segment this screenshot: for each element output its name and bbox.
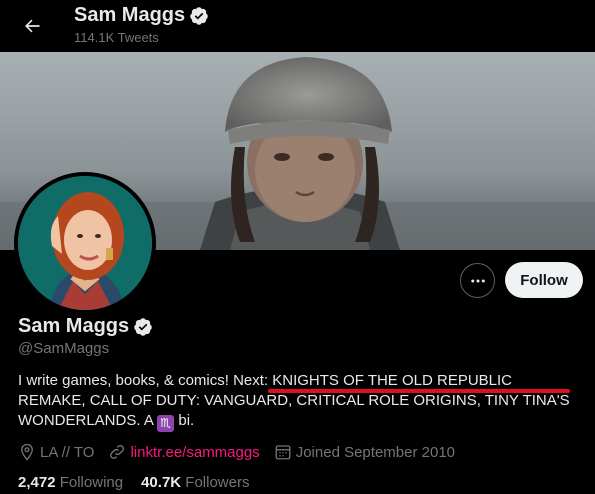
avatar[interactable]	[14, 172, 156, 314]
location-text: LA // TO	[40, 443, 95, 461]
back-button[interactable]	[16, 10, 48, 42]
header-name: Sam Maggs	[74, 4, 186, 26]
follow-stats: 2,472 Following 40.7K Followers	[18, 474, 267, 491]
location-pin-icon	[21, 443, 33, 461]
joined-text: Joined September 2010	[295, 443, 455, 461]
bio-text-2: , CALL OF DUTY: VANGUARD, CRITICAL ROLE …	[18, 392, 570, 429]
verified-badge-icon	[133, 317, 153, 337]
followers-link[interactable]: 40.7K Followers	[141, 474, 249, 491]
bio-text-1: I write games, books, & comics! Next:	[18, 372, 273, 389]
arrow-left-icon	[25, 19, 40, 33]
website-link[interactable]: linktr.ee/sammaggs	[130, 444, 259, 461]
location: LA // TO	[18, 443, 94, 461]
profile-bio: I write games, books, & comics! Next: KN…	[18, 371, 583, 432]
more-horizontal-icon	[470, 279, 485, 282]
top-bar: Sam Maggs 114.1K Tweets	[0, 0, 595, 52]
profile-name-text: Sam Maggs	[18, 315, 130, 337]
website[interactable]: linktr.ee/sammaggs	[108, 443, 260, 461]
more-options-button[interactable]	[460, 263, 495, 298]
follow-button[interactable]: Follow	[505, 262, 583, 298]
following-count: 2,472	[18, 474, 56, 491]
red-underline-annotation	[268, 389, 570, 393]
following-link[interactable]: 2,472 Following	[18, 474, 123, 491]
followers-count: 40.7K	[141, 474, 182, 491]
followers-label: Followers	[185, 474, 250, 491]
profile-handle: @SamMaggs	[18, 340, 110, 357]
joined-date: Joined September 2010	[274, 443, 455, 461]
following-label: Following	[59, 474, 124, 491]
header-title: Sam Maggs	[74, 4, 209, 27]
bio-text-3: bi.	[174, 412, 195, 429]
tweet-count: 114.1K Tweets	[74, 30, 159, 45]
calendar-icon	[275, 445, 291, 460]
link-icon	[110, 445, 125, 459]
profile-name: Sam Maggs	[18, 315, 153, 338]
verified-badge-icon	[189, 6, 209, 26]
profile-meta: LA // TO linktr.ee/sammaggs Joined Septe…	[18, 443, 469, 461]
scorpio-icon: ♏	[157, 415, 175, 432]
